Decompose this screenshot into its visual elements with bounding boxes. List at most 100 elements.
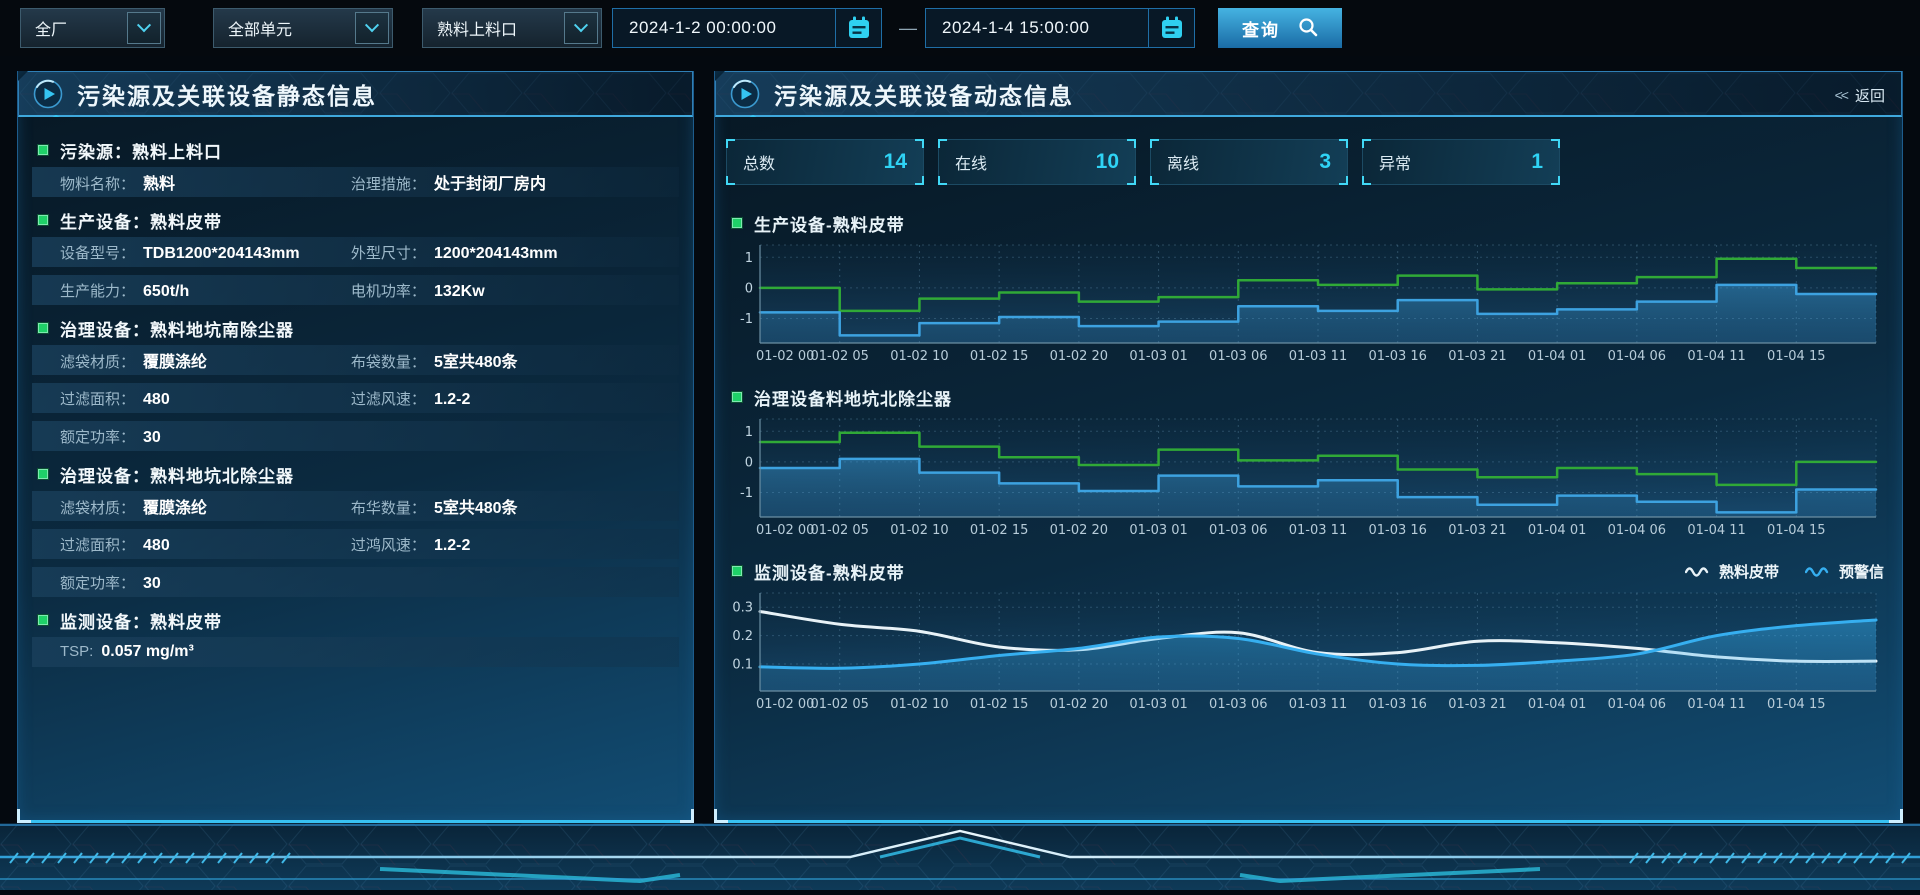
- x-tick-label: 01-04 01: [1528, 523, 1586, 538]
- x-tick-label: 01-04 11: [1687, 523, 1745, 538]
- section-title: 监测设备：熟料皮带: [60, 608, 222, 633]
- x-tick-label: 01-02 20: [1050, 349, 1108, 364]
- y-tick-label: 1: [745, 251, 753, 266]
- x-tick-label: 01-03 21: [1448, 349, 1506, 364]
- date-to-input[interactable]: 2024-1-4 15:00:00: [925, 8, 1195, 48]
- x-tick-label: 01-04 15: [1767, 349, 1825, 364]
- x-tick-label: 01-02 15: [970, 697, 1028, 712]
- stat-value: 3: [1319, 150, 1331, 174]
- kv-row: 额定功率：30: [32, 567, 679, 597]
- calendar-icon[interactable]: [835, 9, 881, 47]
- kv-label: 生产能力：: [60, 280, 135, 301]
- x-tick-label: 01-02 20: [1050, 523, 1108, 538]
- stat-value: 1: [1531, 150, 1543, 174]
- chart-title-row: 监测设备-熟料皮带熟料皮带预警信: [726, 557, 1902, 585]
- green-square-bullet-icon: [38, 215, 48, 225]
- green-square-bullet-icon: [38, 469, 48, 479]
- kv-cell: 滤袋材质： 覆膜涤纶: [60, 494, 351, 518]
- x-tick-label: 01-02 15: [970, 349, 1028, 364]
- static-info-panel: 污染源及关联设备静态信息 污染源：熟料上料口物料名称： 熟料 治理措施：处于封闭厂房…: [17, 71, 694, 823]
- x-tick-label: 01-04 01: [1528, 697, 1586, 712]
- kv-cell: 过鸿风速： 1.2-2: [351, 534, 470, 555]
- kv-cell: 电机功率：132Kw: [351, 280, 485, 301]
- kv-label: 额定功率：: [60, 426, 135, 447]
- kv-label: 治理措施：: [351, 173, 426, 194]
- static-info-panel-header: 污染源及关联设备静态信息: [18, 71, 693, 117]
- kv-label: 滤袋材质：: [60, 497, 135, 518]
- kv-row: 过滤面积：480过滤风速：1.2-2: [32, 383, 679, 413]
- kv-value: 覆膜涤纶: [143, 494, 207, 518]
- stat-label: 异常: [1379, 150, 1411, 174]
- kv-value: 30: [143, 575, 161, 593]
- kv-cell: 治理措施：处于封闭厂房内: [351, 170, 546, 194]
- query-button-label: 查询: [1242, 16, 1280, 41]
- kv-value: 1.2-2: [434, 537, 470, 555]
- section-row: 污染源：熟料上料口: [32, 135, 679, 165]
- kv-label: 物料名称：: [60, 173, 135, 194]
- kv-cell: 滤袋材质：覆膜涤纶: [60, 348, 351, 372]
- x-tick-label: 01-02 00: [756, 349, 814, 364]
- dynamic-panel-title: 污染源及关联设备动态信息: [774, 77, 1074, 111]
- kv-value: 30: [143, 429, 161, 447]
- x-tick-label: 01-04 11: [1687, 697, 1745, 712]
- x-tick-label: 01-04 15: [1767, 523, 1825, 538]
- x-tick-label: 01-02 00: [756, 697, 814, 712]
- kv-row: 设备型号：TDB1200*204143mm外型尺寸：1200*204143mm: [32, 237, 679, 267]
- query-button[interactable]: 查询: [1218, 8, 1342, 48]
- search-icon: [1298, 17, 1318, 40]
- kv-value: 熟料: [143, 170, 175, 194]
- wave-icon: [1805, 565, 1831, 577]
- legend-item[interactable]: 预警信: [1805, 561, 1884, 582]
- stat-label: 离线: [1167, 150, 1199, 174]
- chart-title-row: 生产设备-熟料皮带: [726, 209, 1902, 237]
- green-square-bullet-icon: [732, 218, 742, 228]
- x-tick-label: 01-03 16: [1368, 523, 1426, 538]
- x-tick-label: 01-03 16: [1368, 349, 1426, 364]
- kv-label: TSP:: [60, 643, 93, 660]
- legend-item[interactable]: 熟料皮带: [1685, 561, 1779, 582]
- charts-container: 生产设备-熟料皮带10-101-02 0001-02 0501-02 1001-…: [726, 209, 1902, 718]
- source-select[interactable]: 熟料上料口: [422, 8, 602, 48]
- chevron-down-icon[interactable]: [355, 12, 389, 44]
- y-tick-label: 1: [745, 425, 753, 440]
- x-tick-label: 01-02 05: [810, 349, 868, 364]
- kv-row: 物料名称： 熟料 治理措施：处于封闭厂房内: [32, 167, 679, 197]
- plant-select[interactable]: 全厂: [20, 8, 165, 48]
- kv-cell: TSP:0.057 mg/m³: [60, 643, 351, 661]
- y-tick-label: 0: [745, 281, 753, 296]
- back-button[interactable]: << 返回: [1835, 72, 1885, 118]
- kv-label: 布华数量：: [351, 497, 426, 518]
- back-button-label: 返回: [1855, 85, 1885, 106]
- x-tick-label: 01-03 01: [1129, 697, 1187, 712]
- unit-select[interactable]: 全部单元: [213, 8, 393, 48]
- date-to-value: 2024-1-4 15:00:00: [926, 18, 1148, 38]
- kv-label: 布袋数量：: [351, 351, 426, 372]
- kv-value: 5室共480条: [434, 348, 518, 372]
- kv-row: TSP:0.057 mg/m³: [32, 637, 679, 667]
- y-tick-label: -1: [740, 312, 753, 327]
- x-tick-label: 01-03 21: [1448, 523, 1506, 538]
- green-square-bullet-icon: [732, 566, 742, 576]
- section-row: 生产设备：熟料皮带: [32, 205, 679, 235]
- chart-svg: 10-101-02 0001-02 0501-02 1001-02 1501-0…: [726, 239, 1886, 365]
- kv-label: 过滤面积：: [60, 388, 135, 409]
- x-tick-label: 01-03 16: [1368, 697, 1426, 712]
- stat-value: 14: [884, 150, 907, 174]
- section-row: 监测设备：熟料皮带: [32, 605, 679, 635]
- kv-label: 过鸿风速：: [351, 534, 426, 555]
- x-tick-label: 01-02 05: [810, 523, 868, 538]
- calendar-icon[interactable]: [1148, 9, 1194, 47]
- date-from-value: 2024-1-2 00:00:00: [613, 18, 835, 38]
- y-tick-label: 0: [745, 455, 753, 470]
- date-from-input[interactable]: 2024-1-2 00:00:00: [612, 8, 882, 48]
- chevron-down-icon[interactable]: [127, 12, 161, 44]
- kv-row: 滤袋材质：覆膜涤纶布华数量：5室共480条: [32, 491, 679, 521]
- kv-value: 480: [143, 537, 170, 555]
- kv-cell: 额定功率：30: [60, 572, 351, 593]
- kv-cell: 物料名称： 熟料: [60, 170, 351, 194]
- chevron-down-icon[interactable]: [564, 12, 598, 44]
- unit-select-value: 全部单元: [228, 16, 347, 40]
- static-panel-title: 污染源及关联设备静态信息: [77, 77, 377, 111]
- green-square-bullet-icon: [38, 145, 48, 155]
- y-tick-label: 0.3: [732, 601, 753, 616]
